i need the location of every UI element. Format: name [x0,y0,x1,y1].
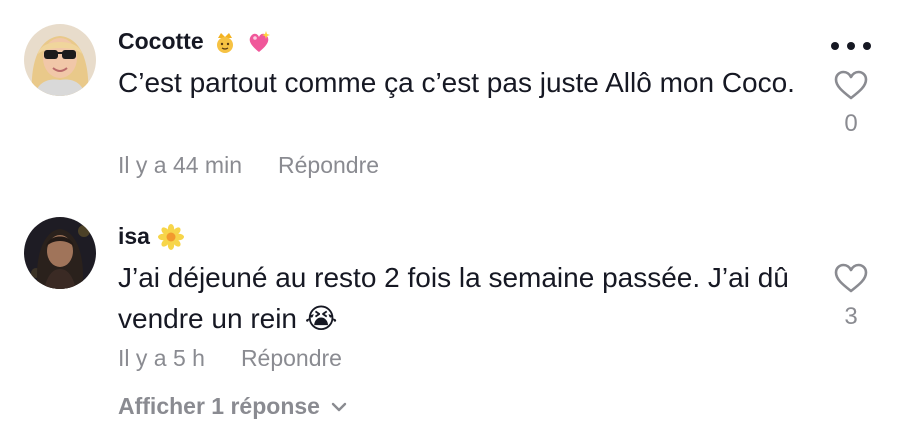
comment-meta: Il y a 44 min Répondre [118,152,379,179]
comment-text: C’est partout comme ça c’est pas juste A… [118,67,795,98]
more-options-icon[interactable] [831,40,871,52]
comment-item: isa J’ai déjeuné au resto 2 fois la sema… [0,205,900,424]
comment-username[interactable]: isa [118,223,184,250]
view-replies-label: Afficher 1 réponse [118,393,320,419]
crown-person-emoji-icon [212,29,238,55]
reply-button[interactable]: Répondre [241,345,342,372]
username-label: Cocotte [118,28,204,54]
avatar[interactable] [24,217,96,289]
like-count: 0 [844,110,858,137]
comment-text: J’ai déjeuné au resto 2 fois la semaine … [118,262,789,334]
username-label: isa [118,223,150,249]
heart-icon [834,70,868,100]
dot [863,42,871,50]
like-button[interactable]: 3 [830,263,872,331]
blossom-emoji-icon [157,223,184,250]
comment-item: Cocotte C’est partout comme ça c’est pas… [0,0,900,200]
comment-username[interactable]: Cocotte [118,28,272,55]
dot [847,42,855,50]
like-button[interactable]: 0 [830,70,872,138]
dot [831,42,839,50]
sparkling-heart-emoji-icon [246,29,272,55]
chevron-down-icon [331,402,347,411]
comment-time: Il y a 44 min [118,152,242,178]
heart-icon [834,263,868,293]
view-replies-button[interactable]: Afficher 1 réponse [118,393,348,420]
like-count: 3 [844,303,858,330]
comment-time: Il y a 5 h [118,345,205,371]
comment-meta: Il y a 5 h Répondre [118,345,342,372]
avatar[interactable] [24,24,96,96]
reply-button[interactable]: Répondre [278,152,379,179]
